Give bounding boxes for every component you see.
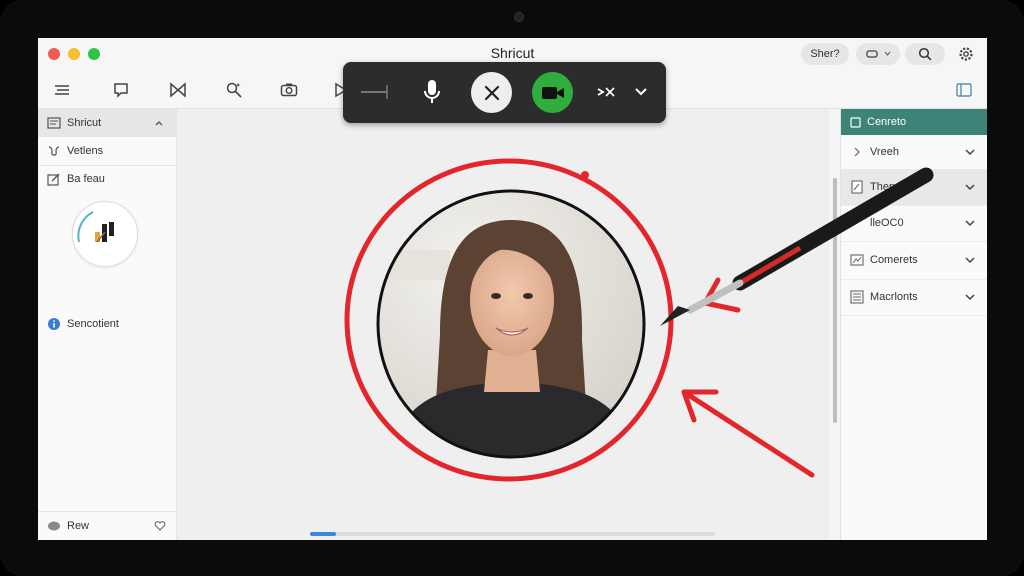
switch-source-button[interactable] [595, 82, 621, 102]
red-arrow-lower [681, 389, 815, 478]
chevron-down-icon [635, 88, 647, 96]
trim-button[interactable] [357, 82, 391, 102]
recording-controls [343, 62, 666, 123]
dash-icon [361, 85, 388, 99]
more-options-button[interactable] [631, 82, 651, 102]
close-icon [484, 85, 499, 100]
webcam-bubble[interactable] [370, 185, 660, 470]
swap-arrows-icon [597, 87, 615, 97]
stop-recording-button[interactable] [471, 72, 512, 113]
microphone-icon [424, 80, 440, 103]
video-camera-icon [541, 86, 564, 99]
marker-pen [660, 167, 934, 326]
camera-toggle-button[interactable] [532, 72, 573, 113]
microphone-button[interactable] [419, 77, 445, 107]
